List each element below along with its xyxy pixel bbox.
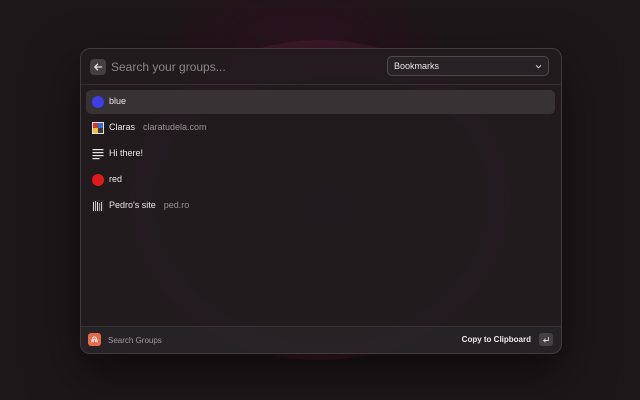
favicon-claras-icon <box>92 122 104 134</box>
launcher-window: Bookmarks blue Claras claratudela.com <box>80 48 562 354</box>
dropdown-selected-label: Bookmarks <box>394 61 440 71</box>
arrow-left-icon <box>94 63 103 71</box>
copy-to-clipboard-button[interactable]: Copy to Clipboard <box>462 335 531 344</box>
item-subtitle: ped.ro <box>163 200 190 210</box>
favicon-pedro-icon <box>92 200 104 212</box>
search-bar: Bookmarks <box>81 49 561 85</box>
search-input[interactable] <box>111 57 371 77</box>
command-title: Search Groups <box>108 336 162 345</box>
red-dot-icon <box>92 174 104 186</box>
list-item-claras[interactable]: Claras claratudela.com <box>86 116 555 140</box>
item-title: Claras <box>109 122 136 132</box>
group-type-dropdown[interactable]: Bookmarks <box>387 56 549 76</box>
back-button[interactable] <box>90 59 106 75</box>
chevron-down-icon <box>535 65 542 69</box>
list-item-hi-there[interactable]: Hi there! <box>86 142 555 166</box>
list-item-pedros-site[interactable]: Pedro's site ped.ro <box>86 194 555 218</box>
action-bar: Search Groups Copy to Clipboard <box>81 326 561 353</box>
item-title: Pedro's site <box>109 200 156 210</box>
item-title: blue <box>109 96 127 106</box>
text-lines-icon <box>92 149 104 160</box>
enter-key-icon[interactable] <box>539 333 553 346</box>
list-item-blue[interactable]: blue <box>86 90 555 114</box>
list-item-red[interactable]: red <box>86 168 555 192</box>
item-title: Hi there! <box>109 148 144 158</box>
item-title: red <box>109 174 123 184</box>
blue-dot-icon <box>92 96 104 108</box>
item-subtitle: claratudela.com <box>143 122 207 132</box>
extension-logo-icon <box>88 333 101 346</box>
